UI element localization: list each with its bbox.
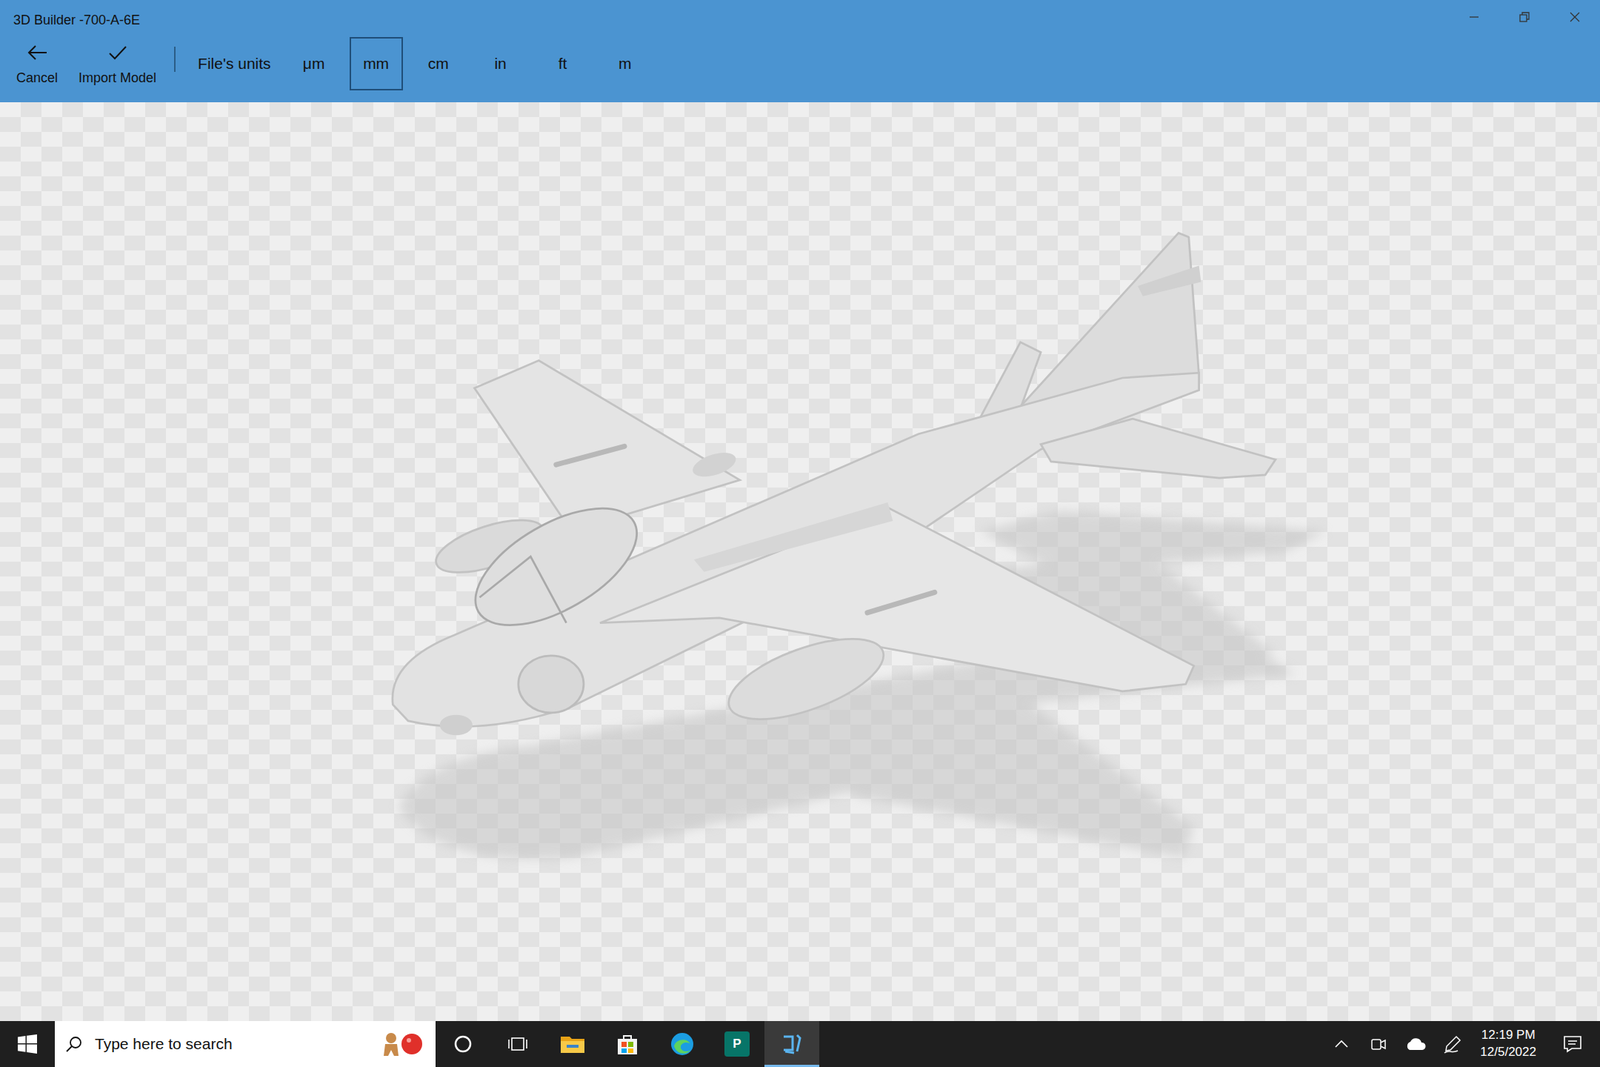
viewport[interactable] <box>0 102 1600 1021</box>
unit-label: cm <box>428 51 449 76</box>
notification-icon[interactable] <box>1545 1020 1600 1067</box>
publisher-icon: P <box>724 1031 750 1057</box>
publisher-letter: P <box>732 1034 741 1054</box>
restore-icon[interactable] <box>1499 0 1550 35</box>
cancel-button[interactable]: Cancel <box>5 35 69 93</box>
doodle-icon <box>376 1028 426 1059</box>
unit-button[interactable]: mm <box>349 37 403 91</box>
taskbar-app[interactable]: P <box>709 1020 765 1067</box>
search-box[interactable] <box>54 1020 436 1067</box>
window-controls <box>1448 0 1600 35</box>
clock-date: 12/5/2022 <box>1480 1043 1537 1061</box>
meet-now-icon[interactable] <box>1360 1020 1398 1067</box>
unit-button[interactable]: μm <box>287 37 341 91</box>
window-title: 3D Builder -700-A-6E <box>0 0 140 31</box>
back-icon <box>24 40 50 69</box>
taskbar-app[interactable] <box>654 1020 710 1067</box>
taskbar-app[interactable] <box>764 1020 820 1067</box>
cortana-icon[interactable] <box>435 1020 491 1067</box>
unit-button[interactable]: m <box>598 37 652 91</box>
search-input[interactable] <box>93 1031 366 1057</box>
explorer-icon <box>559 1031 586 1056</box>
store-icon <box>614 1031 640 1057</box>
unit-button[interactable]: cm <box>411 37 466 91</box>
start-icon[interactable] <box>0 1020 55 1067</box>
airplane-model[interactable] <box>0 102 1600 1021</box>
edge-icon <box>669 1031 695 1057</box>
unit-button[interactable]: in <box>474 37 528 91</box>
unit-label: mm <box>362 51 389 76</box>
unit-button[interactable]: ft <box>536 37 590 91</box>
task-view-icon[interactable] <box>490 1020 546 1067</box>
close-icon[interactable] <box>1549 0 1600 35</box>
title-bar: 3D Builder -700-A-6E Cancel Import Model F… <box>0 0 1600 103</box>
action-label: Cancel <box>16 68 58 89</box>
check-icon <box>105 40 131 69</box>
toolbar: Cancel Import Model File's units μm mm cm in ft… <box>0 34 1600 94</box>
taskbar: P 12:19 PM12/5/2022 <box>0 1020 1600 1067</box>
unit-label: μm <box>302 51 326 76</box>
search-icon <box>65 1034 83 1054</box>
clock[interactable]: 12:19 PM12/5/2022 <box>1471 1026 1546 1061</box>
unit-label: ft <box>558 51 568 76</box>
taskbar-app[interactable] <box>600 1020 655 1067</box>
units-label: File's units <box>185 51 283 76</box>
unit-label: in <box>494 51 506 76</box>
unit-label: m <box>618 51 632 76</box>
toolbar-separator <box>174 46 176 72</box>
import-button[interactable]: Import Model <box>68 35 167 93</box>
pen-icon[interactable] <box>1434 1020 1472 1067</box>
onedrive-icon[interactable] <box>1397 1020 1435 1067</box>
minimize-icon[interactable] <box>1448 0 1500 35</box>
app-window: 3D Builder -700-A-6E Cancel Import Model F… <box>0 0 1600 1067</box>
builder-icon <box>779 1030 805 1056</box>
taskbar-app[interactable] <box>545 1020 600 1067</box>
clock-time: 12:19 PM <box>1480 1026 1537 1044</box>
chevron-up-icon[interactable] <box>1322 1020 1360 1067</box>
action-label: Import Model <box>78 68 157 89</box>
